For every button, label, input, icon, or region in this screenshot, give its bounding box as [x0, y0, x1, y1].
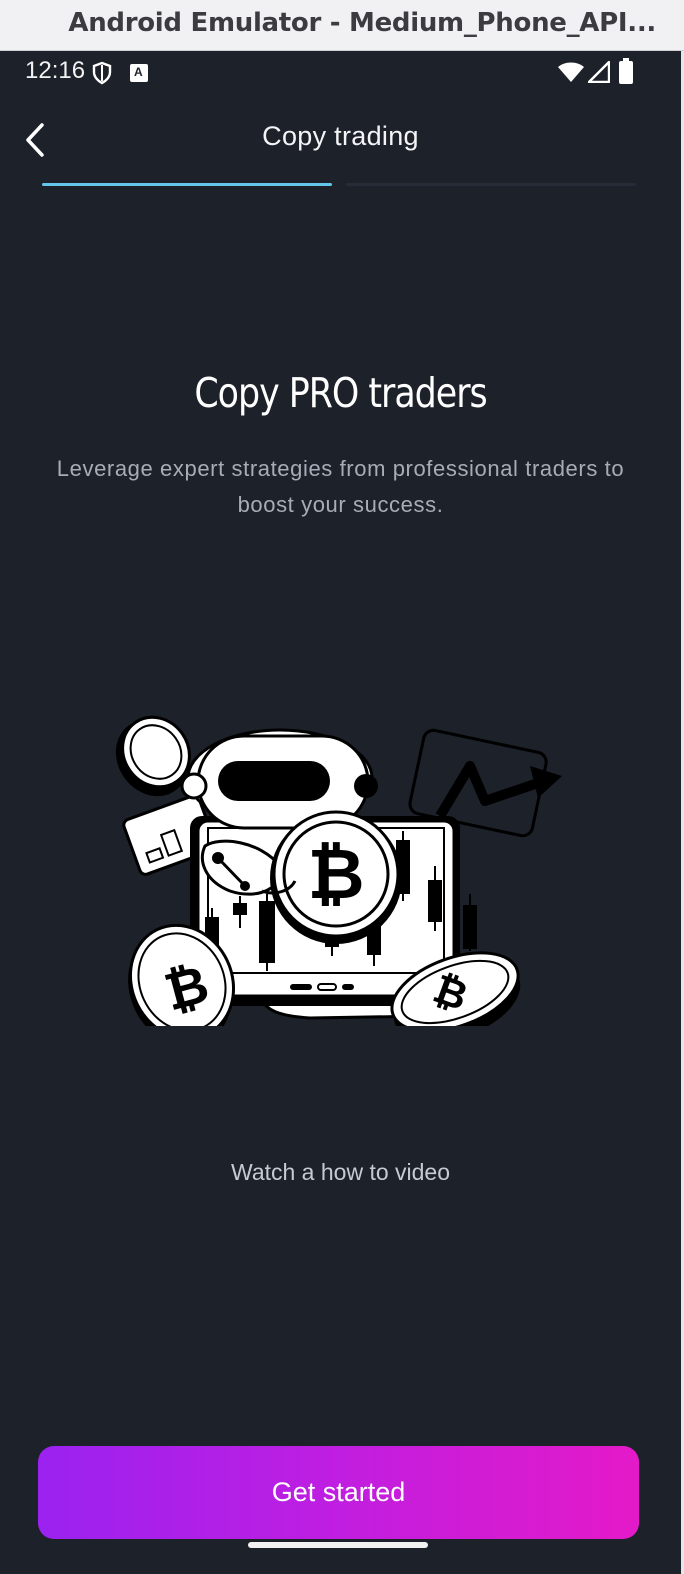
status-bar: 12:16 — [0, 51, 681, 95]
page-title: Copy trading — [262, 121, 419, 151]
battery-icon — [619, 58, 633, 84]
window-titlebar: Android Emulator - Medium_Phone_API... — [0, 0, 684, 51]
a-icon — [130, 64, 148, 82]
hero-title: Copy PRO traders — [194, 369, 487, 417]
watch-video-link[interactable]: Watch a how to video — [0, 1159, 681, 1186]
svg-text:₿: ₿ — [307, 833, 364, 915]
signal-icon — [588, 61, 610, 83]
window-title: Android Emulator - Medium_Phone_API... — [68, 8, 656, 38]
status-time: 12:16 — [25, 57, 86, 84]
progress-step-1 — [42, 183, 332, 186]
wifi-icon — [558, 62, 584, 82]
shield-icon — [92, 61, 112, 85]
progress-step-2 — [346, 183, 636, 186]
hero-subtitle: Leverage expert strategies from professi… — [56, 456, 625, 517]
get-started-button[interactable]: Get started — [38, 1446, 639, 1539]
robot-bitcoin-illustration: ₿ ₿ ₿ — [115, 715, 562, 1026]
app-screen: 12:16 Copy trading Copy PRO traders Leve… — [0, 51, 681, 1574]
home-indicator[interactable] — [248, 1542, 428, 1548]
